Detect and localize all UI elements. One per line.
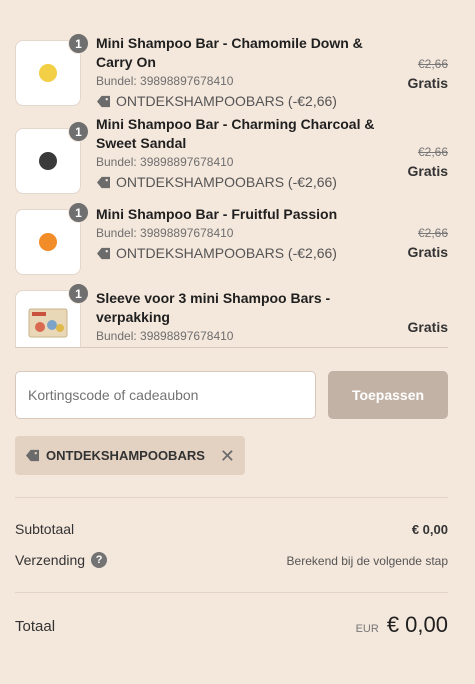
total-label: Totaal	[15, 618, 56, 635]
tag-icon	[26, 449, 39, 462]
discount-code-input[interactable]	[15, 371, 316, 419]
bundle-id: Bundel: 39898897678410	[96, 155, 234, 169]
product-name: Mini Shampoo Bar - Charming Charcoal & S…	[96, 116, 375, 151]
applied-discount: ONTDEKSHAMPOOBARS (-€2,66)	[96, 92, 376, 110]
divider	[15, 347, 448, 348]
currency-code: EUR	[355, 623, 379, 635]
cart-item-list[interactable]: 1 Mini Shampoo Bar - Chamomile Down & Ca…	[0, 0, 475, 347]
product-name: Sleeve voor 3 mini Shampoo Bars - verpak…	[96, 290, 331, 325]
product-color-dot	[39, 152, 57, 170]
subtotal-label: Subtotaal	[15, 521, 75, 537]
apply-discount-button[interactable]: Toepassen	[328, 371, 448, 419]
product-color-dot	[39, 64, 57, 82]
applied-discount: ONTDEKSHAMPOOBARS (-€2,66)	[96, 173, 376, 191]
applied-code-label: ONTDEKSHAMPOOBARS	[46, 448, 205, 463]
applied-discount-chip: ONTDEKSHAMPOOBARS ✕	[15, 436, 245, 475]
original-price: €2,66	[417, 145, 448, 159]
quantity-badge: 1	[68, 283, 89, 304]
quantity-badge: 1	[68, 121, 89, 142]
original-price: €2,66	[417, 57, 448, 71]
total-value: € 0,00	[386, 612, 448, 637]
quantity-badge: 1	[68, 33, 89, 54]
discount-label: ONTDEKSHAMPOOBARS (-€2,66)	[116, 174, 337, 190]
discount-label: ONTDEKSHAMPOOBARS (-€2,66)	[116, 93, 337, 109]
final-price: Gratis	[407, 163, 448, 179]
final-price: Gratis	[407, 244, 448, 260]
tag-icon	[97, 247, 110, 259]
subtotal-value: € 0,00	[411, 522, 448, 537]
bundle-id: Bundel: 39898897678410	[96, 329, 234, 343]
applied-discount: ONTDEKSHAMPOOBARS (-€2,66)	[96, 244, 376, 262]
bundle-id: Bundel: 39898897678410	[96, 226, 234, 240]
final-price: Gratis	[407, 319, 448, 335]
original-price: €2,66	[417, 226, 448, 240]
product-name: Mini Shampoo Bar - Fruitful Passion	[96, 206, 338, 222]
tag-icon	[97, 176, 110, 188]
remove-discount-icon[interactable]: ✕	[220, 447, 235, 465]
final-price: Gratis	[407, 75, 448, 91]
product-name: Mini Shampoo Bar - Chamomile Down & Carr…	[96, 35, 363, 70]
tag-icon	[97, 95, 110, 107]
product-color-dot	[39, 233, 57, 251]
quantity-badge: 1	[68, 202, 89, 223]
discount-label: ONTDEKSHAMPOOBARS (-€2,66)	[116, 245, 337, 261]
help-icon[interactable]: ?	[91, 552, 108, 568]
shipping-value: Berekend bij de volgende stap	[286, 554, 448, 568]
shipping-label: Verzending ?	[15, 552, 108, 568]
bundle-id: Bundel: 39898897678410	[96, 74, 234, 88]
divider	[15, 592, 448, 593]
sleeve-package-image	[28, 308, 68, 338]
total-amount: EUR € 0,00	[356, 612, 448, 638]
divider	[15, 497, 448, 498]
